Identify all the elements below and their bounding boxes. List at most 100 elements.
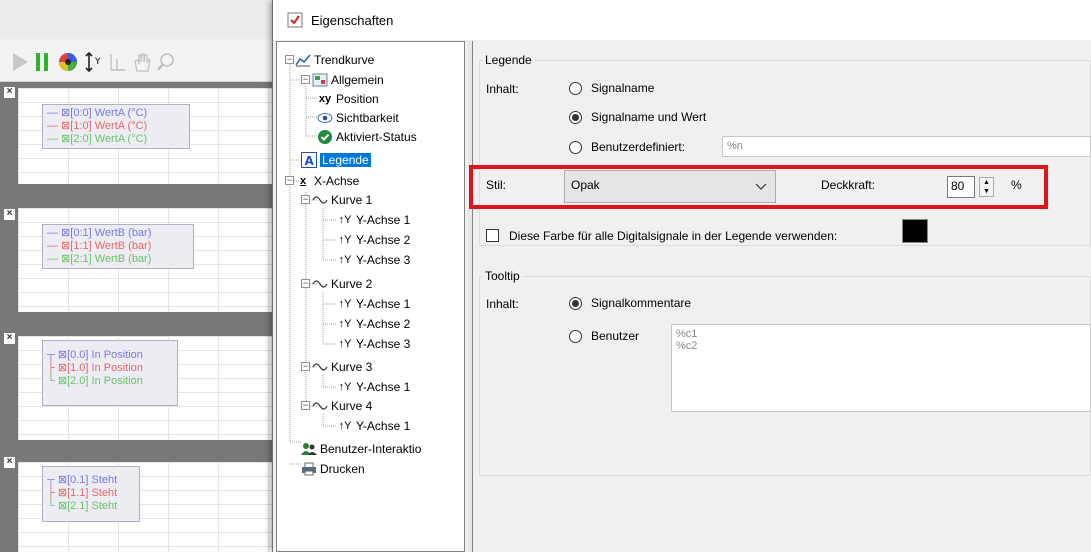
tree-item-y-achse-3[interactable]: ↑Y Y-Achse 3 (337, 335, 411, 353)
collapse-icon[interactable]: − (301, 362, 310, 371)
radio-signalkommentare[interactable]: Signalkommentare (569, 296, 691, 310)
legend-icon: A (301, 152, 317, 168)
radio-circle[interactable] (569, 329, 582, 343)
legend-entry: — ⊠ [0:0] WertA (°C) (47, 107, 148, 119)
color-swatch[interactable] (902, 219, 928, 243)
radio-signalname-und-wert[interactable]: Signalname und Wert (569, 110, 706, 124)
trend-window-header (0, 0, 300, 38)
trend-tracks: × — ⊠ [0:0] WertA (°C) — ⊠ [1:0] WertA (… (0, 82, 300, 552)
color-wheel-icon[interactable] (56, 50, 80, 74)
legend-entry: ┬ ⊠ [0.0] In Position (47, 349, 143, 361)
pause-icon[interactable] (30, 50, 54, 74)
radio-circle[interactable] (569, 81, 582, 95)
legend-entry: — ⊠ [1:0] WertA (°C) (47, 120, 148, 132)
tooltip-content-label: Inhalt: (486, 297, 519, 311)
y-axis-icon: ↑Y (338, 214, 352, 226)
tree-item-kurve-3[interactable]: Kurve 3 (312, 358, 372, 376)
tree-item-kurve-1[interactable]: Kurve 1 (312, 191, 372, 209)
radio-benutzer[interactable]: Benutzer (569, 329, 639, 343)
y-axis-icon: ↑Y (338, 254, 352, 266)
curve-icon (312, 359, 328, 375)
tree-item-aktiviert-status[interactable]: Aktiviert-Status (317, 128, 417, 146)
legend-box: ┬ ⊠ [0.0] In Position ├ ⊠ [1.0] In Posit… (42, 340, 178, 406)
radio-signalname[interactable]: Signalname (569, 81, 654, 95)
benutzer-textarea[interactable]: %c1 %c2 (671, 324, 1091, 412)
digital-color-checkbox[interactable] (486, 229, 499, 242)
y-axis-icon: ↑Y (338, 381, 352, 393)
tree-item-y-achse-1[interactable]: ↑Y Y-Achse 1 (337, 211, 411, 229)
tree-item-x-achse[interactable]: x X-Achse (295, 172, 359, 190)
legend-box: — ⊠ [0:0] WertA (°C) — ⊠ [1:0] WertA (°C… (42, 104, 190, 149)
digital-color-label: Diese Farbe für alle Digitalsignale in d… (509, 229, 838, 243)
eye-icon (317, 110, 333, 126)
general-icon (312, 72, 328, 88)
collapse-icon[interactable]: − (301, 401, 310, 410)
hand-icon[interactable] (130, 50, 154, 74)
radio-circle[interactable] (569, 140, 582, 154)
users-icon (301, 441, 317, 457)
trend-icon (295, 52, 311, 68)
play-icon[interactable] (8, 50, 32, 74)
legend-group-title: Legende (483, 53, 534, 67)
y-axis-icon: ↑Y (338, 318, 352, 330)
benutzerdefiniert-input[interactable]: %n (722, 136, 1091, 157)
legend-entry: — ⊠ [2:1] WertB (bar) (47, 253, 152, 265)
radio-circle[interactable] (569, 296, 582, 310)
legend-entry: ├ ⊠ [1.1] Steht (47, 487, 118, 499)
legend-box: ┬ ⊠ [0.1] Steht ├ ⊠ [1.1] Steht └ ⊠ [2.1… (42, 466, 140, 522)
curve-icon (312, 276, 328, 292)
cursor-icon[interactable] (106, 50, 130, 74)
curve-icon (312, 398, 328, 414)
svg-text:A: A (305, 154, 315, 168)
close-icon[interactable]: × (4, 87, 15, 98)
tree-item-y-achse-2[interactable]: ↑Y Y-Achse 2 (337, 315, 411, 333)
tree-item-y-achse-1[interactable]: ↑Y Y-Achse 1 (337, 295, 411, 313)
tree-item-drucken[interactable]: Drucken (301, 460, 365, 478)
collapse-icon[interactable]: − (285, 55, 294, 64)
collapse-icon[interactable]: − (285, 176, 294, 185)
radio-benutzerdefiniert[interactable]: Benutzerdefiniert: (569, 140, 685, 154)
tree-item-benutzer-interaktion[interactable]: Benutzer-Interaktio (301, 440, 421, 458)
dialog-titlebar[interactable]: Eigenschaften (273, 0, 1091, 40)
svg-text:Y: Y (94, 57, 101, 67)
y-axis-icon: ↑Y (338, 338, 352, 350)
tree-item-kurve-4[interactable]: Kurve 4 (312, 397, 372, 415)
legend-box: — ⊠ [0:1] WertB (bar) — ⊠ [1:1] WertB (b… (42, 224, 194, 269)
properties-dialog: Eigenschaften − Trendkurve − Allgemein x… (272, 0, 1091, 552)
collapse-icon[interactable]: − (301, 279, 310, 288)
collapse-icon[interactable]: − (301, 195, 310, 204)
dialog-title: Eigenschaften (311, 12, 394, 28)
close-icon[interactable]: × (4, 333, 15, 344)
printer-icon (301, 461, 317, 477)
axis-scale-icon[interactable]: Y (82, 50, 106, 74)
tree-item-sichtbarkeit[interactable]: Sichtbarkeit (317, 109, 399, 127)
legend-entry: — ⊠ [1:1] WertB (bar) (47, 240, 152, 252)
close-icon[interactable]: × (4, 457, 15, 468)
tree-item-trendkurve[interactable]: Trendkurve (295, 51, 374, 69)
tree-item-kurve-2[interactable]: Kurve 2 (312, 275, 372, 293)
legend-entry: ├ ⊠ [1.0] In Position (47, 362, 143, 374)
tree-item-y-achse-2[interactable]: ↑Y Y-Achse 2 (337, 231, 411, 249)
close-icon[interactable]: × (4, 209, 15, 220)
xy-icon: xy (318, 93, 332, 105)
zoom-icon[interactable] (154, 50, 178, 74)
tree-item-y-achse-1[interactable]: ↑Y Y-Achse 1 (337, 378, 411, 396)
properties-icon (287, 12, 303, 28)
y-axis-icon: ↑Y (338, 298, 352, 310)
tree-item-allgemein[interactable]: Allgemein (312, 71, 384, 89)
property-tree[interactable]: − Trendkurve − Allgemein xy Position Sic… (276, 41, 465, 552)
curve-icon (312, 192, 328, 208)
trend-window: Y × — ⊠ [0:0] WertA (°C) — ⊠ [1:0] WertA… (0, 0, 300, 552)
check-icon (317, 129, 333, 145)
tree-item-y-achse-1[interactable]: ↑Y Y-Achse 1 (337, 417, 411, 435)
settings-panel: Legende Inhalt: Signalname Signalname un… (469, 41, 1091, 552)
tree-item-legende[interactable]: A Legende (301, 151, 371, 169)
textarea-line: %c2 (676, 340, 698, 352)
radio-circle[interactable] (569, 110, 582, 124)
collapse-icon[interactable]: − (301, 75, 310, 84)
tree-item-position[interactable]: xy Position (317, 90, 379, 108)
legend-entry: └ ⊠ [2.0] In Position (47, 375, 143, 387)
tree-item-y-achse-3[interactable]: ↑Y Y-Achse 3 (337, 251, 411, 269)
y-axis-icon: ↑Y (338, 420, 352, 432)
highlight-box (469, 165, 1048, 209)
